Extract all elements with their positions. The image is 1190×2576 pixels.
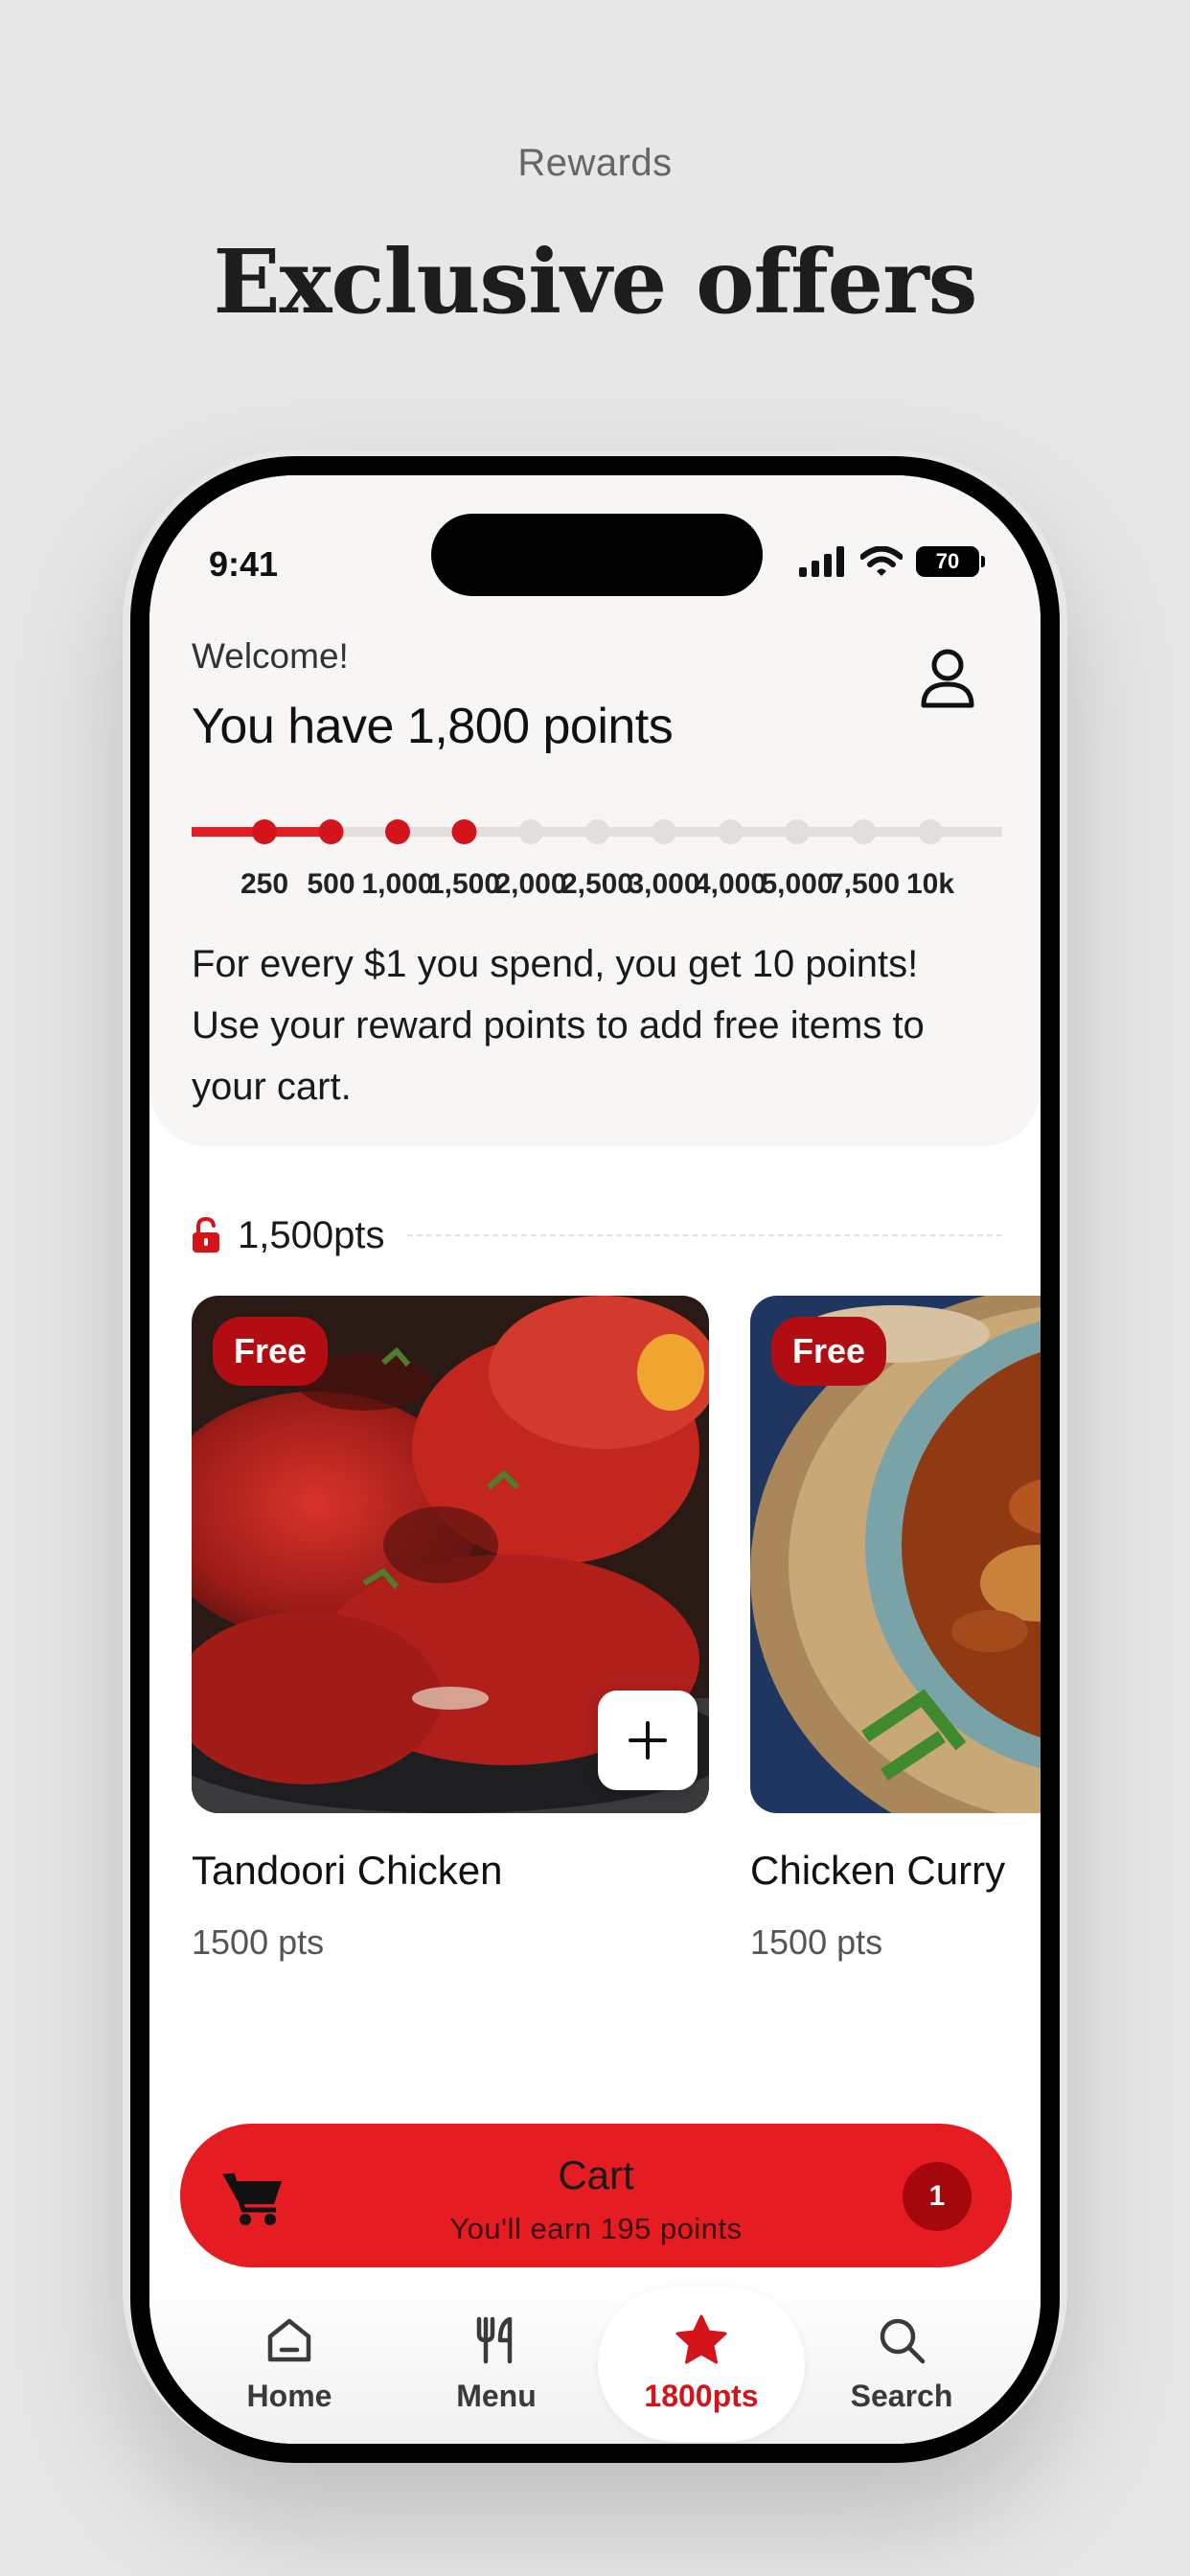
milestone-dot xyxy=(918,819,943,844)
tab-home[interactable]: Home xyxy=(186,2294,393,2444)
tab-menu[interactable]: Menu xyxy=(393,2294,600,2444)
tier-header: 1,500pts xyxy=(192,1211,1002,1259)
milestone-label: 4,000 xyxy=(694,868,767,900)
search-icon xyxy=(880,2318,926,2364)
milestone-label: 1,500 xyxy=(427,868,501,900)
milestone-label: 3,000 xyxy=(628,868,700,900)
tab-bar: Home Menu 1800pts Search xyxy=(149,2277,1041,2444)
points-title: You have 1,800 points xyxy=(192,699,674,754)
milestone-dot xyxy=(451,819,477,844)
status-time: 9:41 xyxy=(209,544,279,584)
rewards-description: For every $1 you spend, you get 10 point… xyxy=(192,943,925,1108)
milestone-label: 2,500 xyxy=(561,868,634,900)
item-name: Chicken Curry xyxy=(750,1848,1006,1893)
milestone-dot xyxy=(584,819,610,844)
battery-indicator: 70 xyxy=(916,546,985,577)
progress-track xyxy=(192,819,1002,844)
milestone-label: 5,000 xyxy=(761,868,834,900)
page-headline: Exclusive offers xyxy=(213,230,978,334)
milestone-label: 250 xyxy=(240,868,289,900)
cellular-signal-icon xyxy=(799,546,844,577)
item-points: 1500 pts xyxy=(192,1922,325,1962)
free-badge: Free xyxy=(771,1317,887,1386)
add-to-cart-button[interactable] xyxy=(598,1690,698,1790)
free-badge: Free xyxy=(213,1317,329,1386)
star-icon xyxy=(675,2314,727,2364)
milestone-dot xyxy=(385,819,410,844)
milestone-label: 500 xyxy=(307,868,355,900)
tab-rewards[interactable]: 1800pts xyxy=(598,2294,805,2444)
tab-search[interactable]: Search xyxy=(798,2294,1005,2444)
reward-item-card[interactable]: Free Tandoori Chicken 1500 pts xyxy=(192,1296,709,1963)
milestone-label: 2,000 xyxy=(494,868,567,900)
tier-label: 1,500pts xyxy=(238,1213,385,1256)
dynamic-island xyxy=(431,514,763,596)
item-name: Tandoori Chicken xyxy=(192,1848,503,1893)
wifi-icon xyxy=(860,546,903,576)
phone-frame: 9:41 70 Welcome! You have 1,800 points 2… xyxy=(130,456,1060,2463)
home-icon xyxy=(267,2318,311,2362)
item-points: 1500 pts xyxy=(750,1922,883,1962)
points-progress: 250 500 1,000 1,500 2,000 2,500 3,000 4,000 5,00… xyxy=(192,813,1002,928)
fork-knife-icon xyxy=(476,2316,513,2364)
tab-label: Search xyxy=(850,2379,953,2413)
milestone-dot xyxy=(652,819,676,844)
milestone-label: 7,500 xyxy=(827,868,901,900)
profile-icon[interactable] xyxy=(914,644,981,711)
chicken-curry-image[interactable]: Free xyxy=(750,1296,1041,1813)
tandoori-chicken-image[interactable]: Free xyxy=(192,1296,709,1813)
page-eyebrow: Rewards xyxy=(517,142,673,184)
status-icons: 70 xyxy=(799,546,985,577)
cart-title: Cart xyxy=(558,2152,634,2197)
milestone-label: 10k xyxy=(905,868,955,900)
milestone-dot xyxy=(785,819,810,844)
tab-label: Home xyxy=(246,2379,332,2413)
cart-count-badge: 1 xyxy=(903,2162,972,2231)
tab-label: Menu xyxy=(456,2379,537,2413)
milestone-label: 1,000 xyxy=(361,868,434,900)
plus-icon xyxy=(629,1721,667,1760)
milestone-dot xyxy=(518,819,543,844)
cart-subtitle: You'll earn 195 points xyxy=(449,2212,743,2245)
reward-item-card[interactable]: Free Chicken Curry 1500 pts xyxy=(750,1296,1041,1963)
milestone-dot xyxy=(318,819,344,844)
milestone-dot xyxy=(718,819,744,844)
tab-label: 1800pts xyxy=(644,2379,759,2413)
unlocked-padlock-icon xyxy=(193,1217,219,1253)
milestone-dot xyxy=(851,819,877,844)
milestone-dot xyxy=(252,819,277,844)
tier-divider xyxy=(407,1234,1002,1236)
welcome-text: Welcome! xyxy=(192,636,349,676)
app-screen: 9:41 70 Welcome! You have 1,800 points 2… xyxy=(149,475,1041,2444)
cart-button[interactable]: Cart You'll earn 195 points 1 xyxy=(180,2124,1012,2267)
